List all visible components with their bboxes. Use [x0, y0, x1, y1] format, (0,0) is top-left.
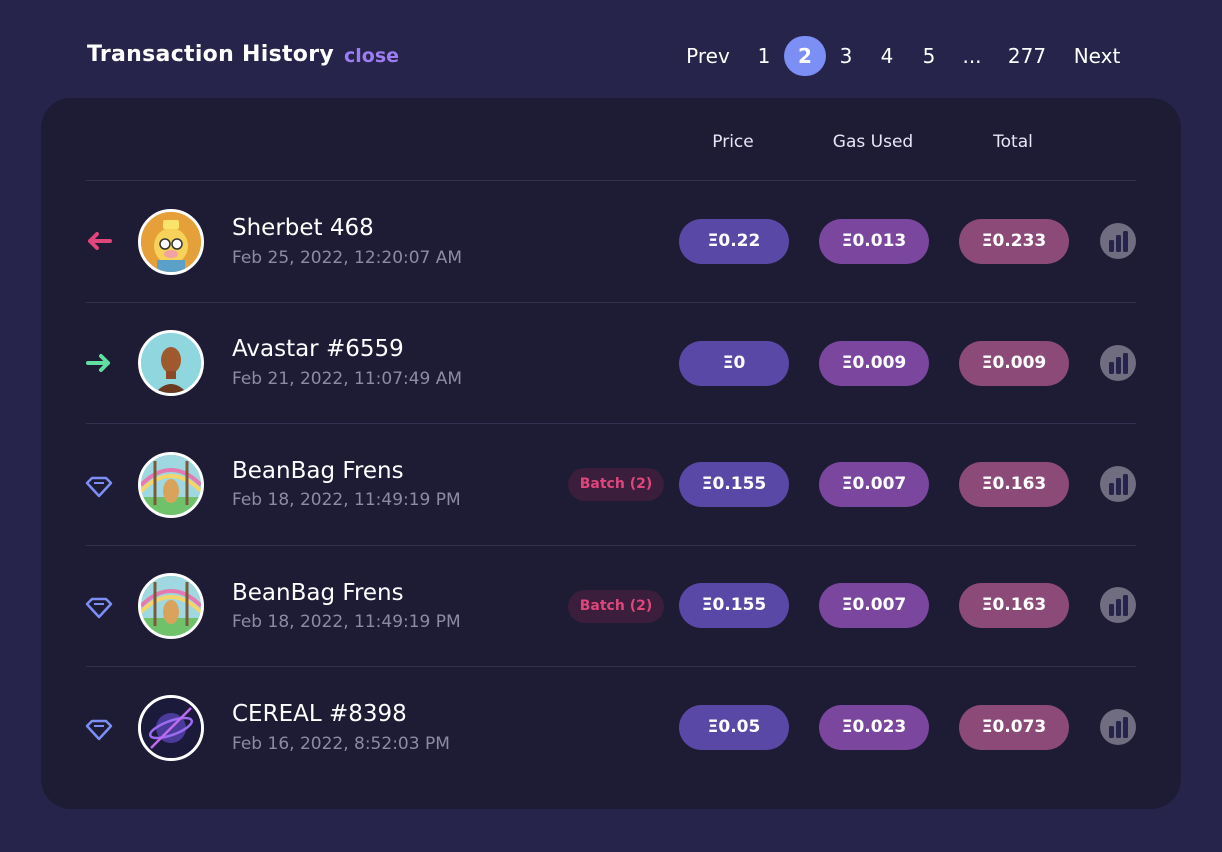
diamond-icon	[85, 476, 113, 498]
batch-badge: Batch (2)	[568, 468, 664, 501]
gas-pill: Ξ0.007	[819, 462, 929, 507]
page-button-5[interactable]: 5	[923, 36, 936, 76]
page-button-2-active[interactable]: 2	[784, 36, 826, 76]
nft-name: Sherbet 468	[232, 215, 374, 241]
page-button-3[interactable]: 3	[840, 36, 853, 76]
page-button-277[interactable]: 277	[1008, 36, 1046, 76]
pagination-ellipsis: ...	[962, 44, 982, 68]
price-pill: Ξ0.22	[679, 219, 789, 264]
close-link[interactable]: close	[344, 45, 399, 67]
price-pill: Ξ0	[679, 341, 789, 386]
transaction-row[interactable]: CEREAL #8398 Feb 16, 2022, 8:52:03 PM Ξ0…	[0, 667, 1222, 787]
transaction-row[interactable]: Avastar #6559 Feb 21, 2022, 11:07:49 AM …	[0, 302, 1222, 422]
beanbag-avatar	[138, 573, 204, 639]
nft-name: BeanBag Frens	[232, 580, 404, 606]
column-header-price: Price	[712, 132, 754, 152]
nft-name: CEREAL #8398	[232, 701, 407, 727]
gas-pill: Ξ0.013	[819, 219, 929, 264]
gas-pill: Ξ0.007	[819, 583, 929, 628]
price-pill: Ξ0.155	[679, 462, 789, 507]
arrow-left-icon	[88, 232, 112, 250]
transaction-date: Feb 18, 2022, 11:49:19 PM	[232, 612, 461, 632]
price-pill: Ξ0.155	[679, 583, 789, 628]
column-header-total: Total	[993, 132, 1033, 152]
prev-page-button[interactable]: Prev	[686, 36, 730, 76]
nft-name: Avastar #6559	[232, 336, 404, 362]
arrow-right-icon	[86, 354, 110, 372]
column-header-gas-used: Gas Used	[832, 132, 914, 152]
gas-pill: Ξ0.009	[819, 341, 929, 386]
page-button-1[interactable]: 1	[758, 36, 771, 76]
batch-badge: Batch (2)	[568, 590, 664, 623]
transaction-date: Feb 16, 2022, 8:52:03 PM	[232, 734, 450, 754]
total-pill: Ξ0.233	[959, 219, 1069, 264]
transaction-row[interactable]: Sherbet 468 Feb 25, 2022, 12:20:07 AM Ξ0…	[0, 181, 1222, 301]
transaction-row[interactable]: BeanBag Frens Feb 18, 2022, 11:49:19 PM …	[0, 545, 1222, 665]
avastar-avatar	[138, 330, 204, 396]
price-pill: Ξ0.05	[679, 705, 789, 750]
sherbet-avatar	[138, 209, 204, 275]
transaction-date: Feb 25, 2022, 12:20:07 AM	[232, 248, 463, 268]
chart-icon[interactable]	[1100, 709, 1136, 745]
diamond-icon	[85, 597, 113, 619]
chart-icon[interactable]	[1100, 223, 1136, 259]
next-page-button[interactable]: Next	[1074, 36, 1121, 76]
total-pill: Ξ0.009	[959, 341, 1069, 386]
cereal-avatar	[138, 695, 204, 761]
diamond-icon	[85, 719, 113, 741]
page-button-4[interactable]: 4	[881, 36, 894, 76]
page-title: Transaction History	[87, 42, 334, 67]
nft-name: BeanBag Frens	[232, 458, 404, 484]
chart-icon[interactable]	[1100, 466, 1136, 502]
transaction-date: Feb 21, 2022, 11:07:49 AM	[232, 369, 463, 389]
transaction-row[interactable]: BeanBag Frens Feb 18, 2022, 11:49:19 PM …	[0, 424, 1222, 544]
total-pill: Ξ0.073	[959, 705, 1069, 750]
gas-pill: Ξ0.023	[819, 705, 929, 750]
beanbag-avatar	[138, 452, 204, 518]
chart-icon[interactable]	[1100, 587, 1136, 623]
transaction-date: Feb 18, 2022, 11:49:19 PM	[232, 490, 461, 510]
total-pill: Ξ0.163	[959, 462, 1069, 507]
chart-icon[interactable]	[1100, 345, 1136, 381]
total-pill: Ξ0.163	[959, 583, 1069, 628]
